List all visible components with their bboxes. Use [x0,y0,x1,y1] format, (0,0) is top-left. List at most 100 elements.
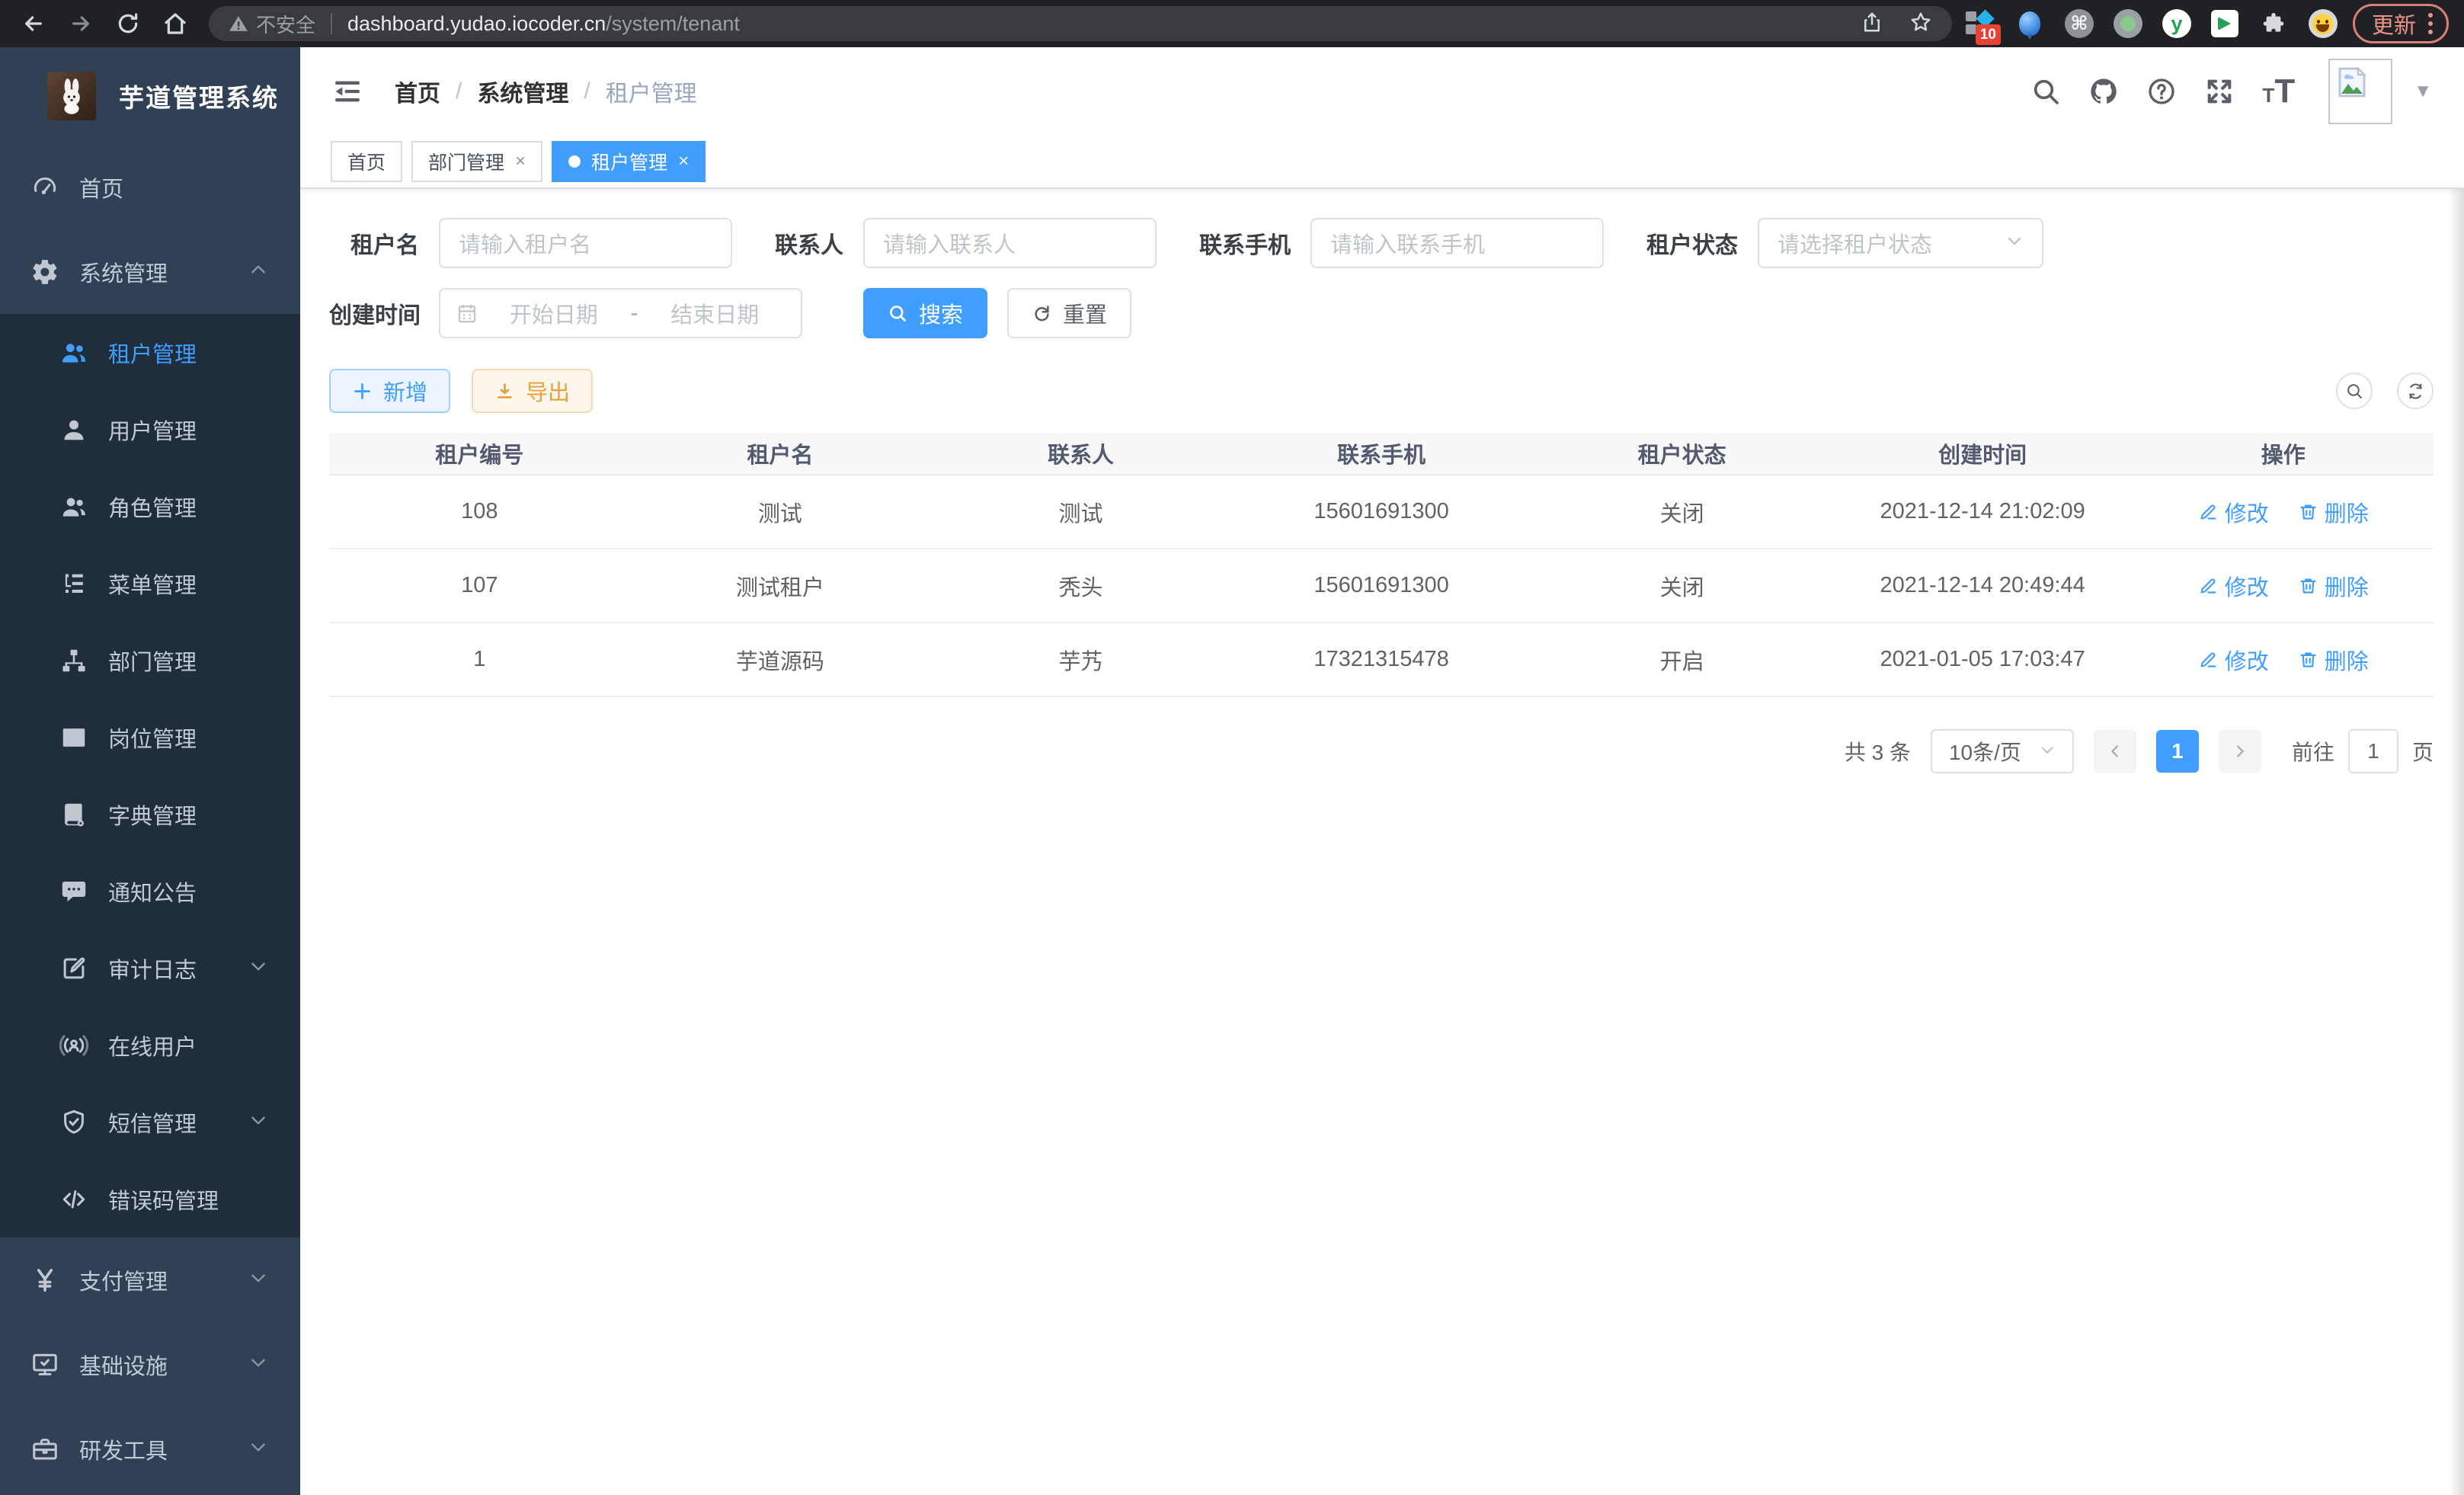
tab-close-icon[interactable]: × [515,152,526,171]
user-avatar[interactable] [2328,59,2392,124]
help-icon[interactable] [2146,76,2177,107]
bookmark-star-icon[interactable] [1909,11,1932,37]
tenant-status-select[interactable]: 请选择租户状态 [1758,218,2043,268]
tab-0[interactable]: 首页 [331,141,402,182]
edit-icon [2198,575,2219,596]
sidebar-item-8[interactable]: 字典管理 [0,776,300,853]
yudao-extension-icon[interactable]: y [2162,9,2191,38]
breadcrumb-item-0[interactable]: 首页 [395,75,440,108]
not-secure-warning-icon[interactable] [229,14,248,34]
sidebar-item-7[interactable]: 岗位管理 [0,699,300,776]
recorder-extension-icon[interactable] [2114,9,2142,38]
sidebar-item-3[interactable]: 用户管理 [0,391,300,468]
chevron-left-icon [2107,743,2123,760]
export-button[interactable]: 导出 [472,369,593,413]
sidebar-item-label: 支付管理 [79,1264,168,1296]
sidebar-item-9[interactable]: 通知公告 [0,853,300,930]
chevron-right-icon [2232,743,2248,760]
delete-link[interactable]: 删除 [2298,570,2369,602]
reset-button[interactable]: 重置 [1007,288,1131,338]
sidebar-item-12[interactable]: 短信管理 [0,1084,300,1160]
avatar-dropdown-caret-icon[interactable]: ▼ [2414,81,2432,102]
command-extension-icon[interactable]: ⌘ [2065,9,2094,38]
cell-status: 关闭 [1531,496,1832,528]
tab-2[interactable]: 租户管理× [552,141,706,182]
breadcrumb-item-1[interactable]: 系统管理 [477,75,568,108]
extension-badge-icon[interactable]: 10 [1964,8,1995,39]
trash-icon [2298,501,2318,522]
create-time-range-picker[interactable]: 开始日期 - 结束日期 [439,288,802,338]
edit-link[interactable]: 修改 [2198,496,2269,528]
search-icon [2345,382,2364,401]
url-text[interactable]: dashboard.yudao.iocoder.cn/system/tenant [347,12,740,36]
balloon-extension-icon[interactable] [2014,8,2045,39]
sidebar-item-1[interactable]: 系统管理 [0,229,300,314]
sidebar-item-4[interactable]: 角色管理 [0,468,300,545]
tenant-table: 租户编号租户名联系人联系手机租户状态创建时间操作 108测试测试15601691… [329,433,2434,697]
browser-menu-icon[interactable] [2428,13,2433,34]
tenant-name-input[interactable]: 请输入租户名 [439,218,732,268]
next-page-button[interactable] [2219,730,2261,773]
chevron-down-icon [2005,231,2024,256]
chat-extension-icon[interactable] [2211,10,2238,37]
page-size-select[interactable]: 10条/页 [1931,729,2074,773]
app-logo-row[interactable]: 芋道管理系统 [0,47,300,145]
page-number-1[interactable]: 1 [2156,730,2199,773]
sidebar-item-label: 基础设施 [79,1349,168,1381]
font-size-icon[interactable]: TT [2262,78,2295,105]
infrastructure-icon [29,1349,61,1381]
profile-avatar-icon[interactable] [2309,9,2338,38]
fullscreen-icon[interactable] [2204,76,2235,107]
home-icon[interactable] [157,5,194,42]
search-button[interactable]: 搜索 [863,288,987,338]
payment-yen-icon [29,1264,61,1296]
address-bar[interactable]: 不安全 dashboard.yudao.iocoder.cn/system/te… [209,6,1952,41]
sidebar-item-11[interactable]: 在线用户 [0,1007,300,1084]
table-row-1: 107测试租户秃头15601691300关闭2021-12-14 20:49:4… [329,549,2434,623]
prev-page-button[interactable] [2094,730,2136,773]
tenant-users-icon [58,337,90,369]
delete-link[interactable]: 删除 [2298,644,2369,676]
edit-icon [2198,501,2219,522]
column-header-3: 联系手机 [1231,437,1532,469]
browser-update-button[interactable]: 更新 [2353,4,2449,43]
toggle-search-button[interactable] [2336,373,2373,409]
forward-icon[interactable] [62,5,99,42]
contact-input[interactable]: 请输入联系人 [863,218,1157,268]
sidebar-item-14[interactable]: 支付管理 [0,1237,300,1322]
reload-icon[interactable] [110,5,146,42]
tab-close-icon[interactable]: × [678,152,689,171]
sidebar-item-16[interactable]: 研发工具 [0,1407,300,1491]
cell-name: 测试租户 [630,570,931,602]
edit-link[interactable]: 修改 [2198,570,2269,602]
sidebar-item-label: 菜单管理 [108,568,197,600]
mobile-input[interactable]: 请输入联系手机 [1310,218,1604,268]
sidebar-item-0[interactable]: 首页 [0,145,300,229]
share-icon[interactable] [1861,11,1883,37]
back-icon[interactable] [15,5,52,42]
edit-link[interactable]: 修改 [2198,644,2269,676]
sidebar-collapse-icon[interactable] [331,75,364,108]
add-button[interactable]: 新增 [329,369,450,413]
user-icon [58,414,90,446]
extensions-puzzle-icon[interactable] [2258,8,2289,39]
breadcrumb-item-2: 租户管理 [606,75,697,108]
goto-page-input[interactable]: 1 [2348,729,2398,773]
sidebar-item-13[interactable]: 错误码管理 [0,1160,300,1237]
chevron-down-icon [248,1437,268,1461]
github-icon[interactable] [2088,76,2119,107]
delete-link[interactable]: 删除 [2298,496,2369,528]
cell-status: 开启 [1531,644,1832,676]
sidebar-item-6[interactable]: 部门管理 [0,622,300,699]
refresh-table-button[interactable] [2397,373,2434,409]
sidebar-item-15[interactable]: 基础设施 [0,1322,300,1407]
breadcrumb-separator: / [584,78,590,104]
sidebar-item-10[interactable]: 审计日志 [0,930,300,1007]
security-label[interactable]: 不安全 [256,10,315,38]
date-start-placeholder: 开始日期 [483,297,625,329]
url-host: dashboard.yudao.iocoder.cn [347,12,606,35]
sidebar-item-5[interactable]: 菜单管理 [0,545,300,622]
sidebar-item-2[interactable]: 租户管理 [0,314,300,391]
header-search-icon[interactable] [2030,76,2061,107]
tab-1[interactable]: 部门管理× [411,141,542,182]
